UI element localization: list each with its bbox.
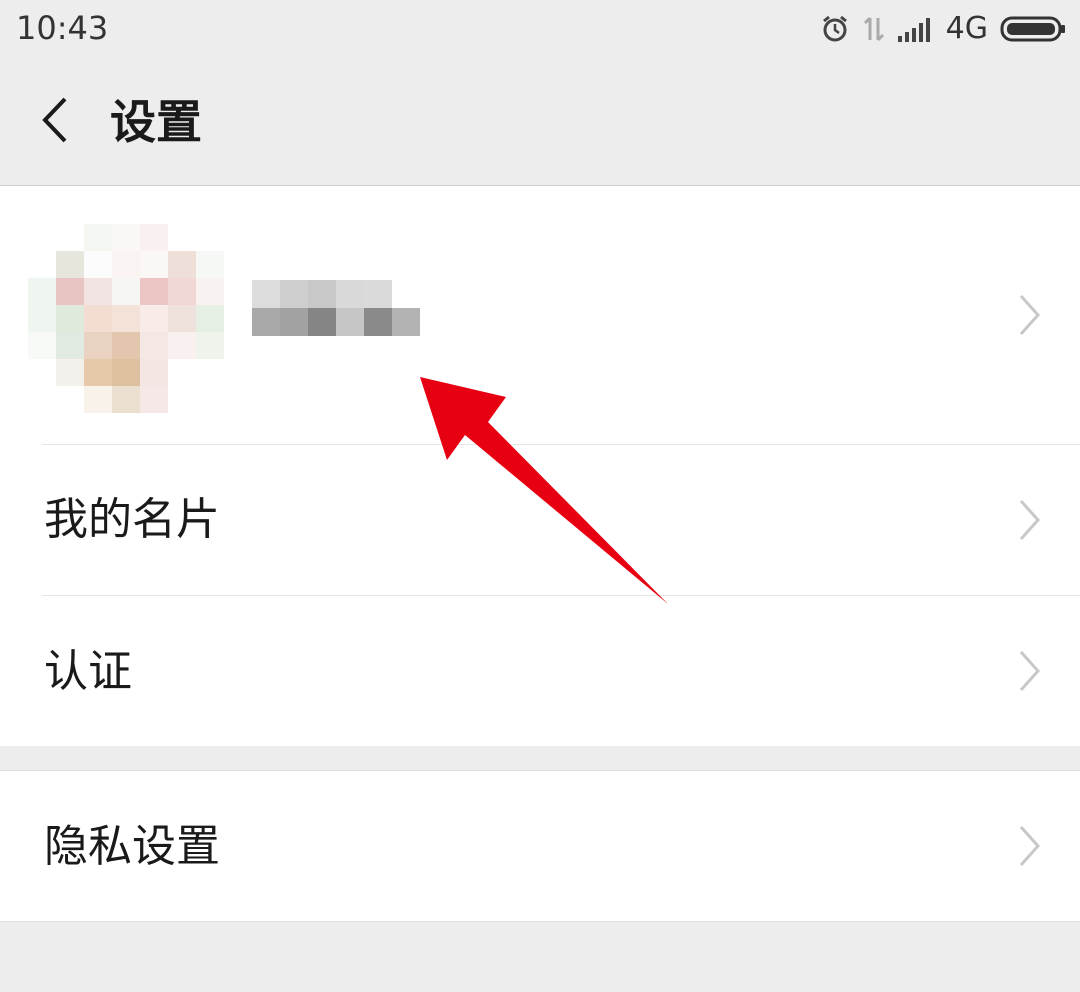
data-transfer-icon xyxy=(863,16,884,42)
menu-item-label: 隐私设置 xyxy=(44,821,220,872)
menu-item-my-card[interactable]: 我的名片 xyxy=(0,445,1080,595)
chevron-right-icon xyxy=(1019,825,1041,867)
menu-item-label: 我的名片 xyxy=(44,494,220,545)
alarm-icon xyxy=(822,15,847,42)
battery-icon xyxy=(1000,16,1065,42)
network-type: 4G xyxy=(945,11,988,46)
menu-item-label: 认证 xyxy=(44,646,132,697)
signal-icon xyxy=(897,18,930,42)
app-header: 设置 xyxy=(0,58,1080,186)
avatar xyxy=(28,224,224,413)
profile-row[interactable] xyxy=(0,186,1080,444)
back-button[interactable] xyxy=(22,88,86,152)
status-time: 10:43 xyxy=(16,9,109,47)
chevron-left-icon xyxy=(42,97,67,143)
menu-item-privacy-settings[interactable]: 隐私设置 xyxy=(0,771,1080,921)
chevron-right-icon xyxy=(1019,294,1041,336)
settings-group-account: 我的名片 认证 xyxy=(0,186,1080,746)
status-bar: 10:43 4G xyxy=(0,0,1080,58)
chevron-right-icon xyxy=(1019,499,1041,541)
settings-group-privacy: 隐私设置 xyxy=(0,770,1080,922)
status-icons: 4G xyxy=(820,10,1066,48)
page-title: 设置 xyxy=(110,95,202,149)
chevron-right-icon xyxy=(1019,650,1041,692)
menu-item-verification[interactable]: 认证 xyxy=(0,596,1080,746)
profile-name xyxy=(252,280,420,336)
